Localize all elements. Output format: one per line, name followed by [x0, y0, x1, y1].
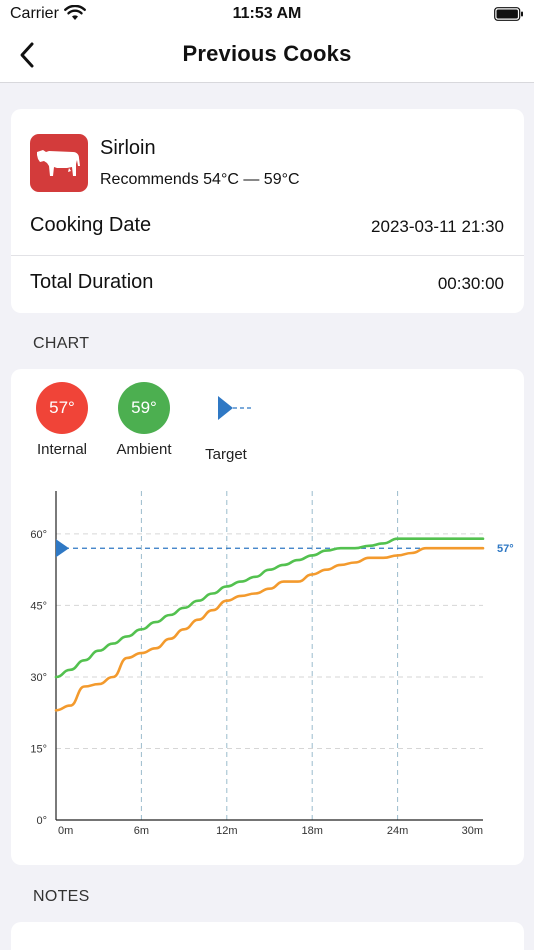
x-tick-label: 12m — [216, 825, 237, 837]
total-duration-label: Total Duration — [30, 271, 154, 293]
target-marker — [56, 539, 69, 558]
y-tick-label: 15° — [30, 743, 47, 755]
meat-recommendation: Recommends 54°C — 59°C — [100, 171, 300, 188]
x-tick-label: 30m — [462, 825, 483, 837]
navigation-bar: Previous Cooks — [0, 30, 534, 83]
cooking-date-value: 2023-03-11 21:30 — [371, 217, 504, 236]
status-time: 11:53 AM — [232, 5, 302, 22]
cow-silhouette — [37, 150, 80, 176]
y-tick-label: 45° — [30, 600, 47, 612]
chart-section-header: CHART — [33, 335, 90, 352]
status-bar: Carrier 11:53 AM — [0, 0, 534, 30]
cook-info-card: Sirloin Recommends 54°C — 59°C Cooking D… — [11, 109, 524, 313]
notes-section-header: NOTES — [33, 888, 90, 905]
y-tick-label: 0° — [36, 815, 47, 827]
x-tick-label: 18m — [301, 825, 322, 837]
cooking-date-label: Cooking Date — [30, 214, 152, 236]
x-tick-label: 6m — [134, 825, 149, 837]
chart-card: 57° Internal 59° Ambient Target 0° 15° 30°… — [11, 369, 524, 865]
temperature-chart: 0° 15° 30° 45° 60° 0m 6m 12m 18m 24m 30m 57° — [30, 491, 514, 837]
x-tick-label: 0m — [58, 825, 73, 837]
target-value-label: 57° — [497, 543, 514, 555]
notes-card — [11, 922, 524, 950]
cow-icon — [30, 134, 88, 192]
series-line-internal — [54, 546, 485, 712]
meat-name: Sirloin — [100, 137, 156, 159]
x-tick-label: 24m — [387, 825, 408, 837]
y-tick-label: 60° — [30, 529, 47, 541]
y-tick-label: 30° — [30, 672, 47, 684]
row-divider — [11, 255, 524, 256]
total-duration-value: 00:30:00 — [437, 274, 504, 293]
page-title: Previous Cooks — [182, 41, 352, 66]
series-line-ambient — [54, 537, 485, 679]
battery-icon — [494, 7, 523, 21]
